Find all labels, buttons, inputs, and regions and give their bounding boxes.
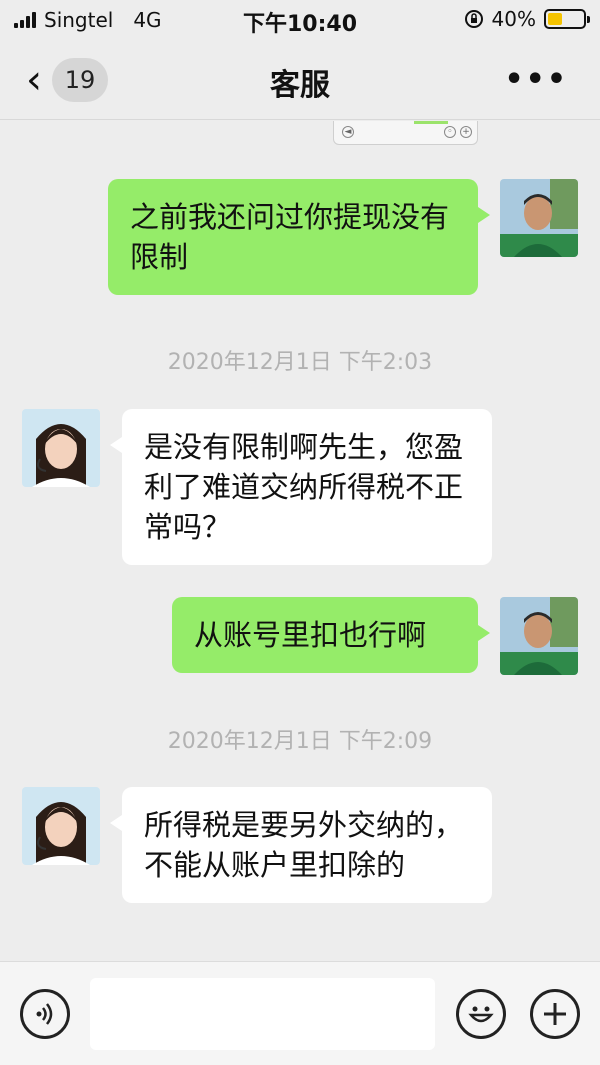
battery-percent: 40% xyxy=(491,7,536,31)
more-icon[interactable]: ••• xyxy=(504,62,568,97)
message-bubble-received[interactable]: 是没有限制啊先生，您盈利了难道交纳所得税不正常吗？ xyxy=(110,409,492,565)
plus-icon xyxy=(544,1003,566,1025)
emoji-icon xyxy=(468,1006,494,1023)
timestamp: 2020年12月1日 下午2:09 xyxy=(167,729,433,754)
voice-button[interactable] xyxy=(20,989,70,1039)
my-avatar[interactable] xyxy=(500,179,578,257)
partial-message-edge: ◄ ◦ + xyxy=(333,121,478,145)
message-bubble-received[interactable]: 所得税是要另外交纳的，不能从账户里扣除的 xyxy=(110,787,492,903)
timestamp: 2020年12月1日 下午2:03 xyxy=(167,350,433,375)
my-avatar[interactable] xyxy=(500,597,578,675)
voice-icon xyxy=(36,1003,53,1025)
nav-bar: ‹ 19 客服 ••• xyxy=(0,40,600,120)
orientation-lock-icon xyxy=(464,10,483,28)
status-right: 40% xyxy=(464,7,590,31)
chat-area[interactable]: ◄ ◦ + 之前我还问过你提现没有限制 2020年12月1日 下午2:03 是没… xyxy=(0,121,600,961)
plus-button[interactable] xyxy=(530,989,580,1039)
input-bar xyxy=(0,961,600,1065)
status-bar: Singtel 4G 下午10:40 40% xyxy=(0,0,600,40)
message-bubble-sent[interactable]: 从账号里扣也行啊 xyxy=(172,597,490,673)
agent-avatar[interactable] xyxy=(22,409,100,487)
emoji-button[interactable] xyxy=(456,989,506,1039)
battery-icon xyxy=(544,9,590,29)
message-input[interactable] xyxy=(90,978,435,1050)
message-bubble-sent[interactable]: 之前我还问过你提现没有限制 xyxy=(108,179,490,295)
agent-avatar[interactable] xyxy=(22,787,100,865)
